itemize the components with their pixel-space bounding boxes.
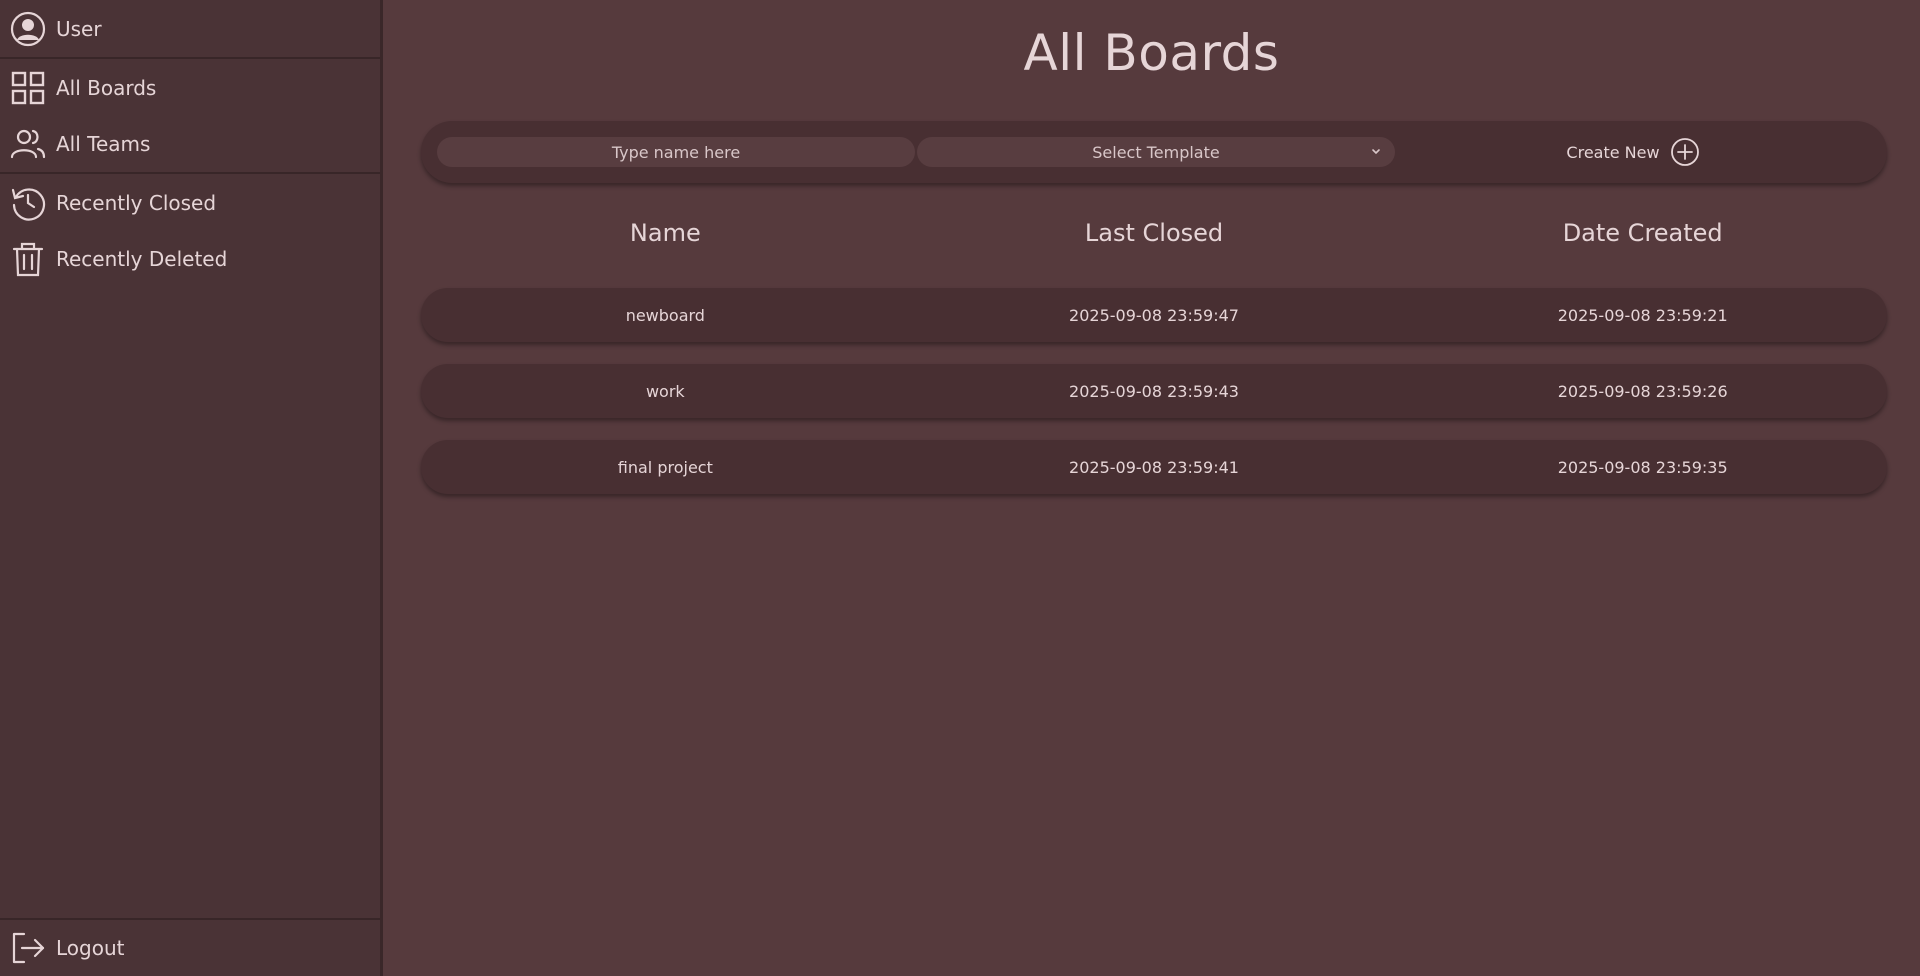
logout-button[interactable]: Logout	[0, 920, 380, 976]
column-header-name[interactable]: Name	[421, 219, 910, 253]
app-root: User All Boards All Teams Recently Close…	[0, 0, 1920, 976]
template-select-label: Select Template	[1092, 142, 1220, 162]
sidebar-item-recently-closed[interactable]: Recently Closed	[0, 175, 380, 231]
sidebar-footer: Logout	[0, 918, 380, 976]
board-list: newboard 2025-09-08 23:59:47 2025-09-08 …	[421, 288, 1887, 516]
sidebar-item-label: All Boards	[56, 76, 157, 100]
board-last-closed: 2025-09-08 23:59:41	[1069, 457, 1239, 477]
board-date-created: 2025-09-08 23:59:35	[1557, 457, 1728, 477]
sidebar-nav-group: All Boards All Teams	[0, 59, 380, 172]
logout-label: Logout	[56, 936, 125, 960]
board-name: newboard	[625, 305, 705, 325]
table-row[interactable]: work 2025-09-08 23:59:43 2025-09-08 23:5…	[421, 364, 1887, 418]
column-header-date-created[interactable]: Date Created	[1398, 219, 1887, 253]
sidebar-item-label: All Teams	[56, 132, 151, 156]
board-date-created: 2025-09-08 23:59:26	[1557, 381, 1728, 401]
sidebar: User All Boards All Teams Recently Close…	[0, 0, 383, 976]
column-header-last-closed[interactable]: Last Closed	[910, 219, 1399, 253]
sidebar-item-label: Recently Closed	[56, 191, 217, 215]
page-title: All Boards	[1023, 24, 1280, 82]
table-row[interactable]: final project 2025-09-08 23:59:41 2025-0…	[421, 440, 1887, 494]
board-name-input[interactable]	[437, 137, 915, 167]
sidebar-item-all-boards[interactable]: All Boards	[0, 60, 380, 116]
users-icon	[10, 126, 46, 162]
grid-icon	[10, 70, 46, 106]
board-last-closed: 2025-09-08 23:59:43	[1069, 381, 1239, 401]
plus-circle-icon	[1670, 138, 1699, 166]
history-icon	[10, 185, 46, 221]
create-new-label: Create New	[1566, 142, 1660, 162]
board-date-created: 2025-09-08 23:59:21	[1557, 305, 1728, 325]
main-content: All Boards Select Template Create New Na…	[383, 0, 1920, 976]
template-select[interactable]: Select Template	[917, 137, 1395, 167]
chevron-down-icon	[1372, 149, 1380, 155]
sidebar-item-all-teams[interactable]: All Teams	[0, 116, 380, 172]
sidebar-item-recently-deleted[interactable]: Recently Deleted	[0, 231, 380, 287]
create-board-toolbar: Select Template Create New	[421, 121, 1887, 183]
board-last-closed: 2025-09-08 23:59:47	[1069, 305, 1239, 325]
board-name: work	[645, 381, 685, 401]
table-row[interactable]: newboard 2025-09-08 23:59:47 2025-09-08 …	[421, 288, 1887, 342]
sidebar-item-label: Recently Deleted	[56, 247, 228, 271]
trash-icon	[10, 241, 46, 277]
table-header: Name Last Closed Date Created	[421, 219, 1887, 253]
logout-icon	[10, 930, 46, 966]
sidebar-item-user[interactable]: User	[0, 0, 380, 57]
board-name: final project	[617, 457, 713, 477]
user-circle-icon	[10, 11, 46, 47]
sidebar-history-group: Recently Closed Recently Deleted	[0, 174, 380, 287]
sidebar-item-label: User	[56, 16, 102, 41]
create-new-button[interactable]: Create New	[1395, 137, 1871, 167]
